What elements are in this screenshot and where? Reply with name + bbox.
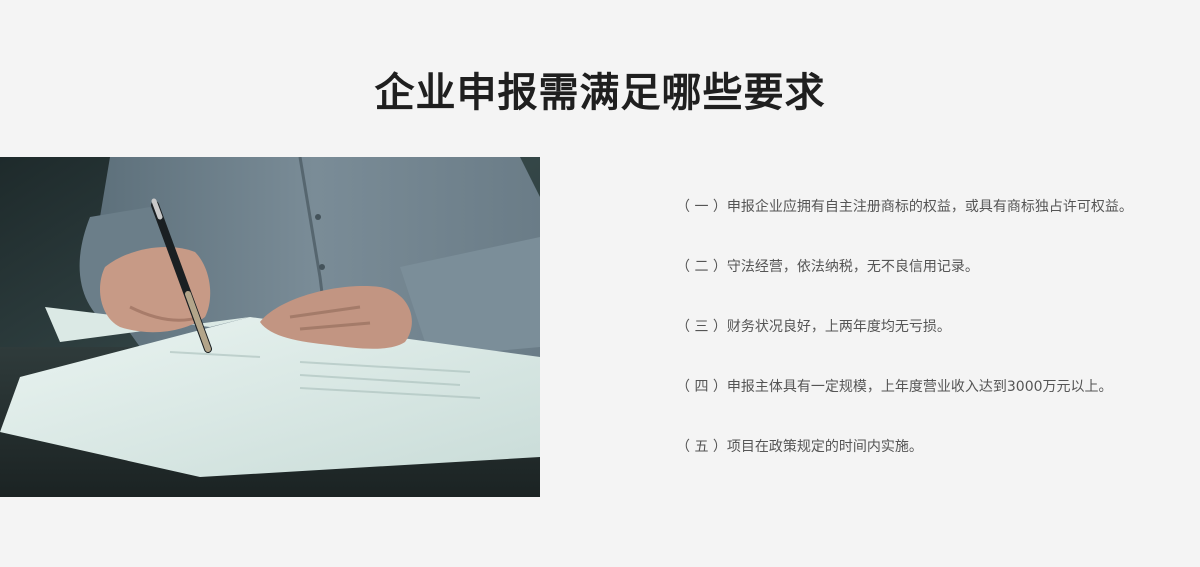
requirement-item-1: （ 一 ）申报企业应拥有自主注册商标的权益，或具有商标独占许可权益。 [676,199,1133,215]
requirement-item-2: （ 二 ）守法经营，依法纳税，无不良信用记录。 [676,259,979,275]
document-signing-photo [0,157,540,497]
requirement-item-4: （ 四 ）申报主体具有一定规模，上年度营业收入达到3000万元以上。 [676,379,1113,395]
requirement-item-5: （ 五 ）项目在政策规定的时间内实施。 [676,439,923,455]
page-title: 企业申报需满足哪些要求 [374,69,826,116]
requirement-item-3: （ 三 ）财务状况良好，上两年度均无亏损。 [676,319,951,335]
requirements-list: （ 一 ）申报企业应拥有自主注册商标的权益，或具有商标独占许可权益。 （ 二 ）… [676,196,1176,496]
